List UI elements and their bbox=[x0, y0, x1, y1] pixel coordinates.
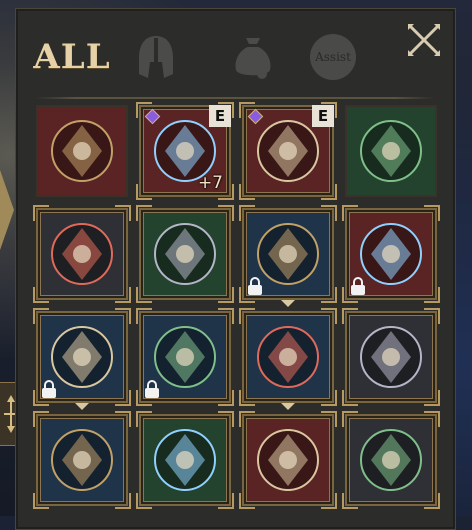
winged-shield-crest-icon bbox=[51, 223, 113, 285]
inventory-panel: ALL Assist E +7 E bbox=[15, 8, 456, 530]
dark-cross-sigil-icon bbox=[360, 429, 422, 491]
item-slot[interactable] bbox=[345, 105, 437, 197]
item-slot[interactable] bbox=[342, 308, 440, 406]
slot-indicator-arrow bbox=[75, 403, 89, 410]
item-slot[interactable] bbox=[136, 308, 234, 406]
item-slot[interactable] bbox=[33, 411, 131, 509]
diamond-rune-icon bbox=[154, 429, 216, 491]
tab-assist[interactable]: Assist bbox=[308, 29, 358, 85]
equipped-badge: E bbox=[312, 105, 334, 127]
category-tabs: ALL Assist bbox=[16, 9, 455, 109]
close-button[interactable] bbox=[405, 21, 443, 59]
item-slot[interactable] bbox=[33, 308, 131, 410]
item-slot[interactable] bbox=[239, 308, 337, 410]
slot-indicator-arrow bbox=[281, 300, 295, 307]
item-slot[interactable]: E bbox=[239, 102, 337, 200]
hooded-specter-orb-icon bbox=[51, 429, 113, 491]
lock-icon bbox=[248, 277, 262, 295]
tab-materials[interactable] bbox=[231, 29, 275, 85]
crystal-orb-book-icon bbox=[360, 120, 422, 182]
item-slot[interactable] bbox=[239, 205, 337, 307]
tome-icon bbox=[51, 120, 113, 182]
helmet-icon bbox=[139, 36, 173, 78]
item-slot[interactable] bbox=[239, 411, 337, 509]
pocket-watch-icon bbox=[257, 429, 319, 491]
shadow-beast-icon bbox=[360, 326, 422, 388]
item-slot[interactable] bbox=[33, 205, 131, 303]
slot-indicator-arrow bbox=[281, 403, 295, 410]
item-slot[interactable] bbox=[36, 105, 128, 197]
item-slot[interactable] bbox=[342, 205, 440, 303]
lock-icon bbox=[351, 277, 365, 295]
item-slot[interactable] bbox=[342, 411, 440, 509]
bag-icon bbox=[235, 38, 271, 79]
tab-equipment[interactable] bbox=[134, 29, 178, 85]
goddess-statue-icon bbox=[154, 223, 216, 285]
tab-all-label: ALL bbox=[33, 37, 111, 77]
tab-assist-label: Assist bbox=[315, 50, 351, 64]
assist-badge: Assist bbox=[310, 34, 356, 80]
item-slot[interactable] bbox=[136, 411, 234, 509]
lock-icon bbox=[145, 380, 159, 398]
upgrade-level: +7 bbox=[197, 173, 223, 193]
item-slot[interactable]: E +7 bbox=[136, 102, 234, 200]
close-icon bbox=[408, 24, 440, 56]
item-slot[interactable] bbox=[136, 205, 234, 303]
frost-star-icon bbox=[257, 326, 319, 388]
tab-all[interactable]: ALL bbox=[33, 29, 109, 85]
lock-icon bbox=[42, 380, 56, 398]
tab-divider bbox=[36, 97, 435, 99]
equipped-badge: E bbox=[209, 105, 231, 127]
